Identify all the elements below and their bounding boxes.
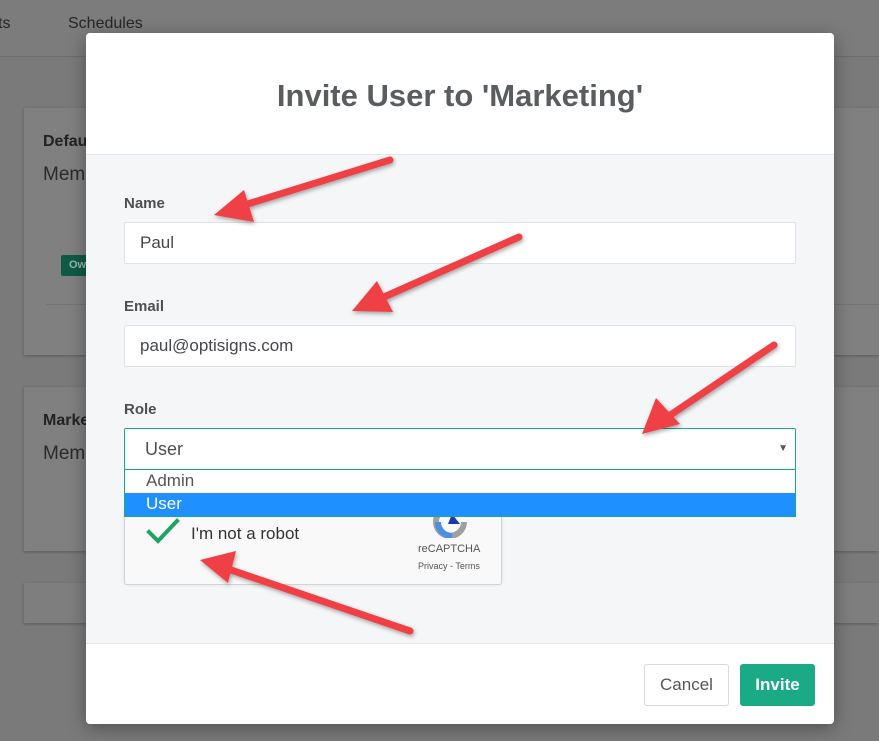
checkmark-icon[interactable] bbox=[145, 516, 181, 546]
team-card-title: Defau bbox=[43, 133, 88, 150]
modal-header: Invite User to 'Marketing' bbox=[86, 33, 834, 155]
nav-item-partial[interactable]: ts bbox=[0, 15, 10, 33]
role-select-value: User bbox=[145, 439, 184, 459]
cancel-button[interactable]: Cancel bbox=[644, 664, 729, 706]
email-label: Email bbox=[124, 298, 165, 315]
email-input[interactable] bbox=[124, 325, 796, 367]
role-dropdown-list: Admin User bbox=[124, 469, 796, 517]
recaptcha-label: I'm not a robot bbox=[191, 524, 300, 543]
dropdown-caret-icon: ▼ bbox=[778, 443, 788, 454]
invite-user-modal: Invite User to 'Marketing' Name Email Ro… bbox=[86, 33, 834, 724]
modal-body: Name Email Role I'm not a robot reCAPTCH… bbox=[86, 155, 834, 643]
recaptcha-privacy-terms-link[interactable]: Privacy - Terms bbox=[418, 561, 480, 571]
nav-item-schedules[interactable]: Schedules bbox=[68, 15, 143, 33]
name-label: Name bbox=[124, 195, 165, 212]
role-select[interactable]: User ▼ bbox=[124, 428, 796, 470]
team-card-members: Mem bbox=[43, 164, 86, 185]
role-label: Role bbox=[124, 401, 157, 418]
modal-title: Invite User to 'Marketing' bbox=[276, 77, 644, 113]
recaptcha-widget: I'm not a robot reCAPTCHA Privacy - Term… bbox=[124, 509, 502, 585]
invite-button[interactable]: Invite bbox=[740, 664, 815, 706]
modal-footer: Cancel Invite bbox=[86, 643, 834, 724]
name-input[interactable] bbox=[124, 222, 796, 264]
recaptcha-brand: reCAPTCHA bbox=[418, 543, 481, 555]
role-option-user[interactable]: User bbox=[125, 493, 795, 516]
team-card-members: Mem bbox=[43, 443, 86, 464]
team-card-title: Marke bbox=[43, 412, 90, 429]
role-option-admin[interactable]: Admin bbox=[125, 470, 795, 493]
